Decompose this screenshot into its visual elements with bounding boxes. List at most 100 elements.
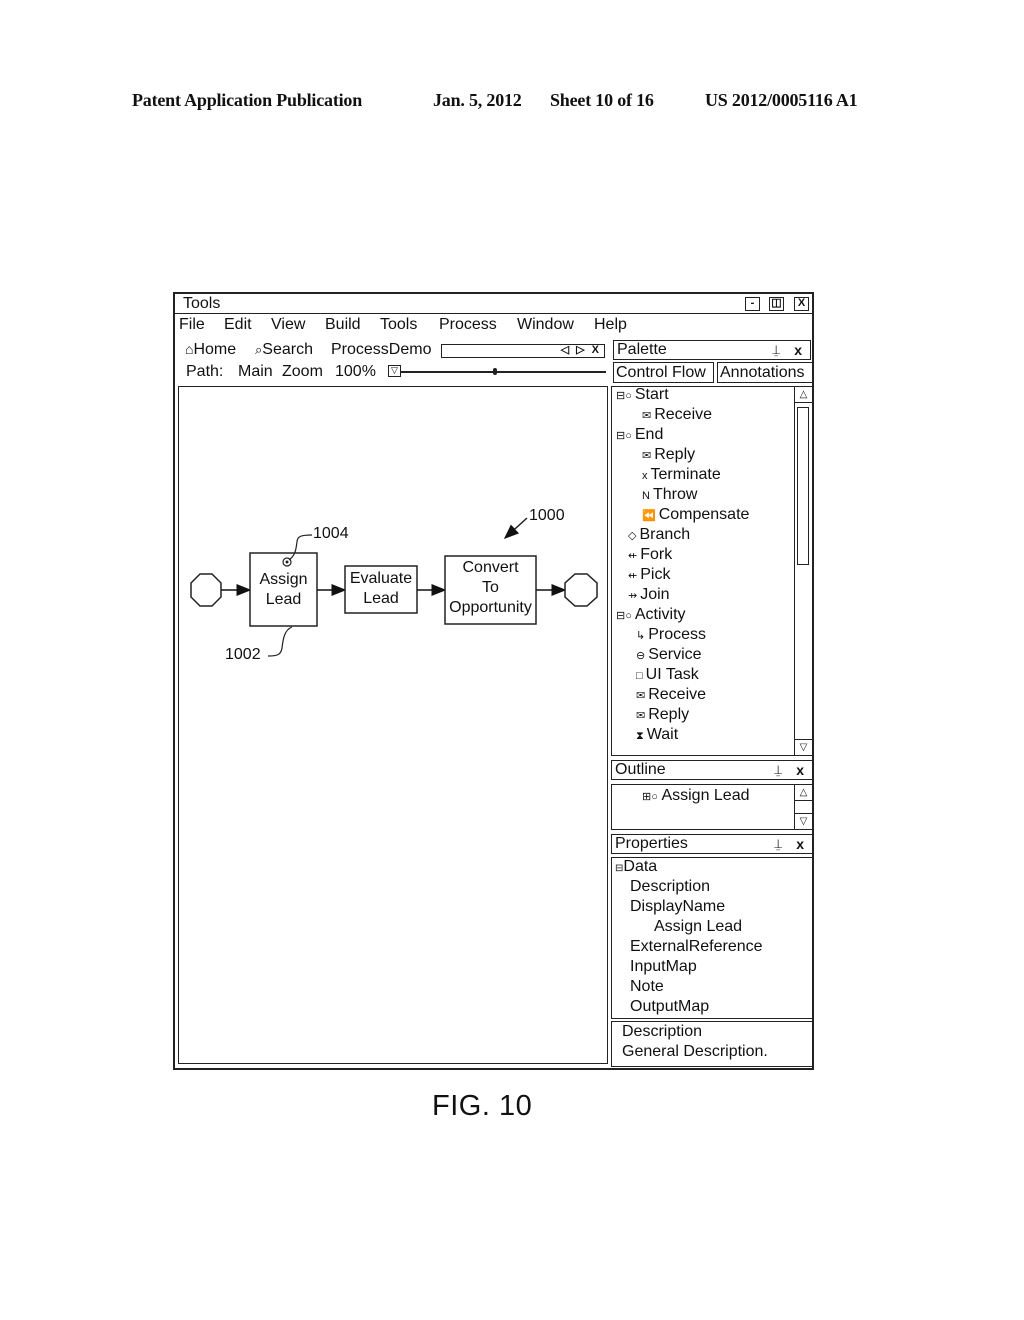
palette-item-branch[interactable]: ◇ Branch xyxy=(628,525,690,545)
property-item[interactable]: InputMap xyxy=(630,957,697,977)
pin-icon[interactable]: ⍊ xyxy=(774,761,782,779)
label-line: Opportunity xyxy=(449,599,532,616)
expand-node-icon[interactable]: ⊞○ xyxy=(642,791,658,803)
palette-item-icon: ◇ xyxy=(628,530,637,542)
scroll-down-button[interactable]: ▽ xyxy=(795,813,812,829)
palette-item-terminate[interactable]: x Terminate xyxy=(642,465,721,485)
palette-item-label: End xyxy=(634,426,664,443)
scroll-up-button[interactable]: △ xyxy=(795,387,812,403)
palette-item-start[interactable]: ⊟○ Start xyxy=(616,385,669,405)
property-item[interactable]: Description xyxy=(630,877,710,897)
zoom-slider-thumb[interactable] xyxy=(493,368,498,375)
search-button[interactable]: ⌕Search xyxy=(255,341,313,359)
property-item[interactable]: ExternalReference xyxy=(630,937,763,957)
minimize-button[interactable]: - xyxy=(745,297,760,311)
palette-item-activity[interactable]: ⊟○ Activity xyxy=(616,605,686,625)
properties-title: Properties xyxy=(615,835,688,852)
palette-item-label: Pick xyxy=(640,566,671,583)
tab-control-flow[interactable]: Control Flow xyxy=(613,362,714,383)
outline-title: Outline xyxy=(615,761,666,778)
palette-item-icon: ⊖ xyxy=(636,650,646,662)
palette-item-label: Reply xyxy=(654,446,696,463)
outline-close-button[interactable]: x xyxy=(796,761,804,779)
palette-item-ui-task[interactable]: □ UI Task xyxy=(636,665,699,685)
tab-nav-controls[interactable]: ◁ ▷ X xyxy=(561,343,601,356)
palette-item-icon: x xyxy=(642,470,648,482)
palette-item-service[interactable]: ⊖ Service xyxy=(636,645,702,665)
palette-item-reply[interactable]: ✉ Reply xyxy=(642,445,695,465)
properties-tree: ⊟Data Description DisplayName Assign Lead E… xyxy=(611,857,813,1019)
outline-item-label: Assign Lead xyxy=(661,787,750,804)
tab-annotations[interactable]: Annotations xyxy=(717,362,813,383)
palette-item-icon: ⊟○ xyxy=(616,390,632,402)
label-line: Evaluate xyxy=(349,570,413,587)
menu-file[interactable]: File xyxy=(179,316,205,334)
menu-build[interactable]: Build xyxy=(325,316,361,334)
menu-help[interactable]: Help xyxy=(594,316,627,334)
menu-edit[interactable]: Edit xyxy=(224,316,252,334)
palette-item-label: Start xyxy=(634,386,669,403)
palette-close-button[interactable]: x xyxy=(794,341,802,359)
scroll-down-button[interactable]: ▽ xyxy=(795,739,812,755)
palette-item-label: Receive xyxy=(654,406,713,423)
convert-to-opportunity-label: Convert To Opportunity xyxy=(445,558,536,618)
editor-tab-strip[interactable]: ◁ ▷ X xyxy=(441,344,605,358)
palette-item-label: Compensate xyxy=(658,506,750,523)
restore-button[interactable]: ◫ xyxy=(769,297,784,311)
menu-process[interactable]: Process xyxy=(439,316,497,334)
pin-icon[interactable]: ⍊ xyxy=(772,341,780,359)
property-group-data[interactable]: ⊟Data xyxy=(615,857,657,879)
scroll-up-button[interactable]: △ xyxy=(795,785,812,801)
property-group-label: Data xyxy=(623,858,658,875)
palette-item-wait[interactable]: ⧗ Wait xyxy=(636,725,678,745)
menu-view[interactable]: View xyxy=(271,316,305,334)
palette-item-reply[interactable]: ✉ Reply xyxy=(636,705,689,725)
process-tab-label[interactable]: ProcessDemo xyxy=(331,341,431,359)
palette-item-icon: ⇸ xyxy=(628,590,638,602)
properties-close-button[interactable]: x xyxy=(796,835,804,853)
palette-item-icon: ↳ xyxy=(636,630,646,642)
property-item[interactable]: Assign Lead xyxy=(654,917,742,937)
property-item[interactable]: Note xyxy=(630,977,664,997)
tools-window: Tools - ◫ X File Edit View Build Tools P… xyxy=(173,292,814,1070)
close-button[interactable]: X xyxy=(794,297,809,311)
palette-item-receive[interactable]: ✉ Receive xyxy=(636,685,706,705)
label-line: To xyxy=(482,579,499,596)
assign-lead-label: Assign Lead xyxy=(250,570,317,610)
scroll-thumb[interactable] xyxy=(797,407,809,565)
label-line: Convert xyxy=(462,559,519,576)
palette-item-label: Terminate xyxy=(650,466,721,483)
palette-item-receive[interactable]: ✉ Receive xyxy=(642,405,712,425)
palette-item-process[interactable]: ↳ Process xyxy=(636,625,706,645)
process-canvas[interactable] xyxy=(178,386,608,1064)
palette-list: ⧗ Wait ✉ Reply ✉ Receive □ UI Task ⊖ Service ↳ Proc… xyxy=(611,386,813,756)
palette-item-label: Activity xyxy=(634,606,686,623)
palette-item-icon: N xyxy=(642,490,650,502)
zoom-dropdown-button[interactable]: ▽ xyxy=(388,365,401,377)
patent-publication-label: Patent Application Publication xyxy=(132,90,363,110)
menu-window[interactable]: Window xyxy=(517,316,574,334)
palette-item-label: Reply xyxy=(648,706,690,723)
palette-item-icon: ⊟○ xyxy=(616,430,632,442)
palette-scrollbar[interactable]: △ ▽ xyxy=(794,387,812,755)
home-button[interactable]: ⌂Home xyxy=(185,341,236,359)
pin-icon[interactable]: ⍊ xyxy=(774,835,782,853)
palette-item-throw[interactable]: N Throw xyxy=(642,485,697,505)
outline-tree: ⊞○ Assign Lead △ ▽ xyxy=(611,784,813,830)
menu-tools[interactable]: Tools xyxy=(380,316,417,334)
palette-item-join[interactable]: ⇸ Join xyxy=(628,585,670,605)
outline-item[interactable]: ⊞○ Assign Lead xyxy=(642,786,750,807)
palette-item-pick[interactable]: ⇷ Pick xyxy=(628,565,670,585)
zoom-slider-track[interactable] xyxy=(401,371,606,373)
path-value[interactable]: Main xyxy=(238,363,273,381)
palette-item-icon: ⏪ xyxy=(642,510,656,522)
palette-item-fork[interactable]: ⇷ Fork xyxy=(628,545,672,565)
palette-item-icon: ✉ xyxy=(642,450,652,462)
zoom-label: Zoom xyxy=(282,363,323,380)
palette-item-compensate[interactable]: ⏪ Compensate xyxy=(642,505,749,525)
outline-scrollbar[interactable]: △ ▽ xyxy=(794,785,812,829)
palette-item-end[interactable]: ⊟○ End xyxy=(616,425,663,445)
property-item[interactable]: OutputMap xyxy=(630,997,709,1017)
figure-label: FIG. 10 xyxy=(432,1090,533,1122)
property-item[interactable]: DisplayName xyxy=(630,897,725,917)
